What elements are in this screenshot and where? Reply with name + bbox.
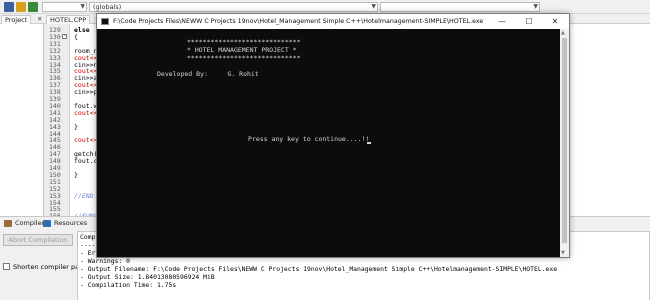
console-scrollbar[interactable]: ▲ ▼: [560, 29, 569, 257]
scroll-down-arrow-icon[interactable]: ▼: [561, 250, 565, 256]
class-browser-icon[interactable]: [4, 2, 14, 12]
class-combo[interactable]: ▼: [42, 2, 87, 12]
project-pane[interactable]: [0, 24, 44, 216]
scope-combo-value: (globals): [93, 3, 122, 11]
banner-bottom-stars: *****************************: [187, 54, 301, 62]
line-number-gutter: 129 130-131 132 133 134 135 136 137 138 139 140 141…: [44, 24, 70, 220]
ide-toolbar: ▼ (globals) ▼ ▼: [0, 0, 650, 14]
shorten-paths-checkbox[interactable]: [3, 263, 10, 270]
log-line: - Compilation Time: 1.75s: [80, 281, 177, 289]
log-line: - Warnings: 0: [80, 257, 131, 265]
compiler-icon: [4, 220, 12, 227]
log-line: - Output Filename: F:\Code Projects File…: [80, 265, 558, 273]
console-title-bar[interactable]: F:\Code Projects Files\NEWW C Projects 1…: [97, 14, 569, 29]
goto-icon[interactable]: [16, 2, 26, 12]
console-title: F:\Code Projects Files\NEWW C Projects 1…: [113, 18, 484, 25]
member-combo[interactable]: ▼: [380, 2, 540, 12]
close-icon[interactable]: ✕: [37, 15, 42, 23]
console-window[interactable]: F:\Code Projects Files\NEWW C Projects 1…: [96, 13, 570, 258]
close-window-button[interactable]: ✕: [542, 14, 568, 29]
resources-icon: [43, 220, 51, 227]
scroll-up-arrow-icon[interactable]: ▲: [561, 30, 565, 36]
tab-resources[interactable]: Resources: [41, 219, 90, 229]
continue-prompt: Press any key to continue....!!: [248, 135, 370, 143]
minimize-button[interactable]: —: [489, 14, 515, 29]
log-line: - Output Size: 1.84013080596924 MiB: [80, 273, 215, 281]
text-cursor: [367, 142, 371, 144]
console-output[interactable]: ***************************** * HOTEL MA…: [97, 29, 569, 257]
developed-by: Developed By: G. Rohit: [157, 70, 259, 78]
tab-resources-label: Resources: [54, 219, 88, 227]
banner-title: * HOTEL MANAGEMENT PROJECT *: [187, 46, 297, 54]
maximize-button[interactable]: ☐: [516, 14, 542, 29]
tab-compiler-label: Compiler: [15, 219, 45, 227]
code-line: }: [74, 170, 78, 179]
abort-compilation-button[interactable]: Abort Compilation: [3, 234, 73, 246]
scrollbar-thumb[interactable]: [562, 38, 567, 243]
new-class-icon[interactable]: [28, 2, 38, 12]
chevron-down-icon: ▼: [80, 3, 85, 10]
code-line: }: [74, 122, 78, 131]
banner-top-stars: *****************************: [187, 38, 301, 46]
tab-project[interactable]: Project: [1, 15, 32, 24]
chevron-down-icon: ▼: [371, 3, 376, 10]
code-line: {: [74, 32, 78, 41]
scope-combo[interactable]: (globals) ▼: [89, 2, 378, 12]
console-app-icon: [101, 18, 109, 25]
chevron-down-icon: ▼: [533, 3, 538, 10]
tab-hotel-cpp[interactable]: HOTEL.CPP: [46, 15, 91, 24]
fold-toggle-icon[interactable]: -: [62, 33, 67, 39]
